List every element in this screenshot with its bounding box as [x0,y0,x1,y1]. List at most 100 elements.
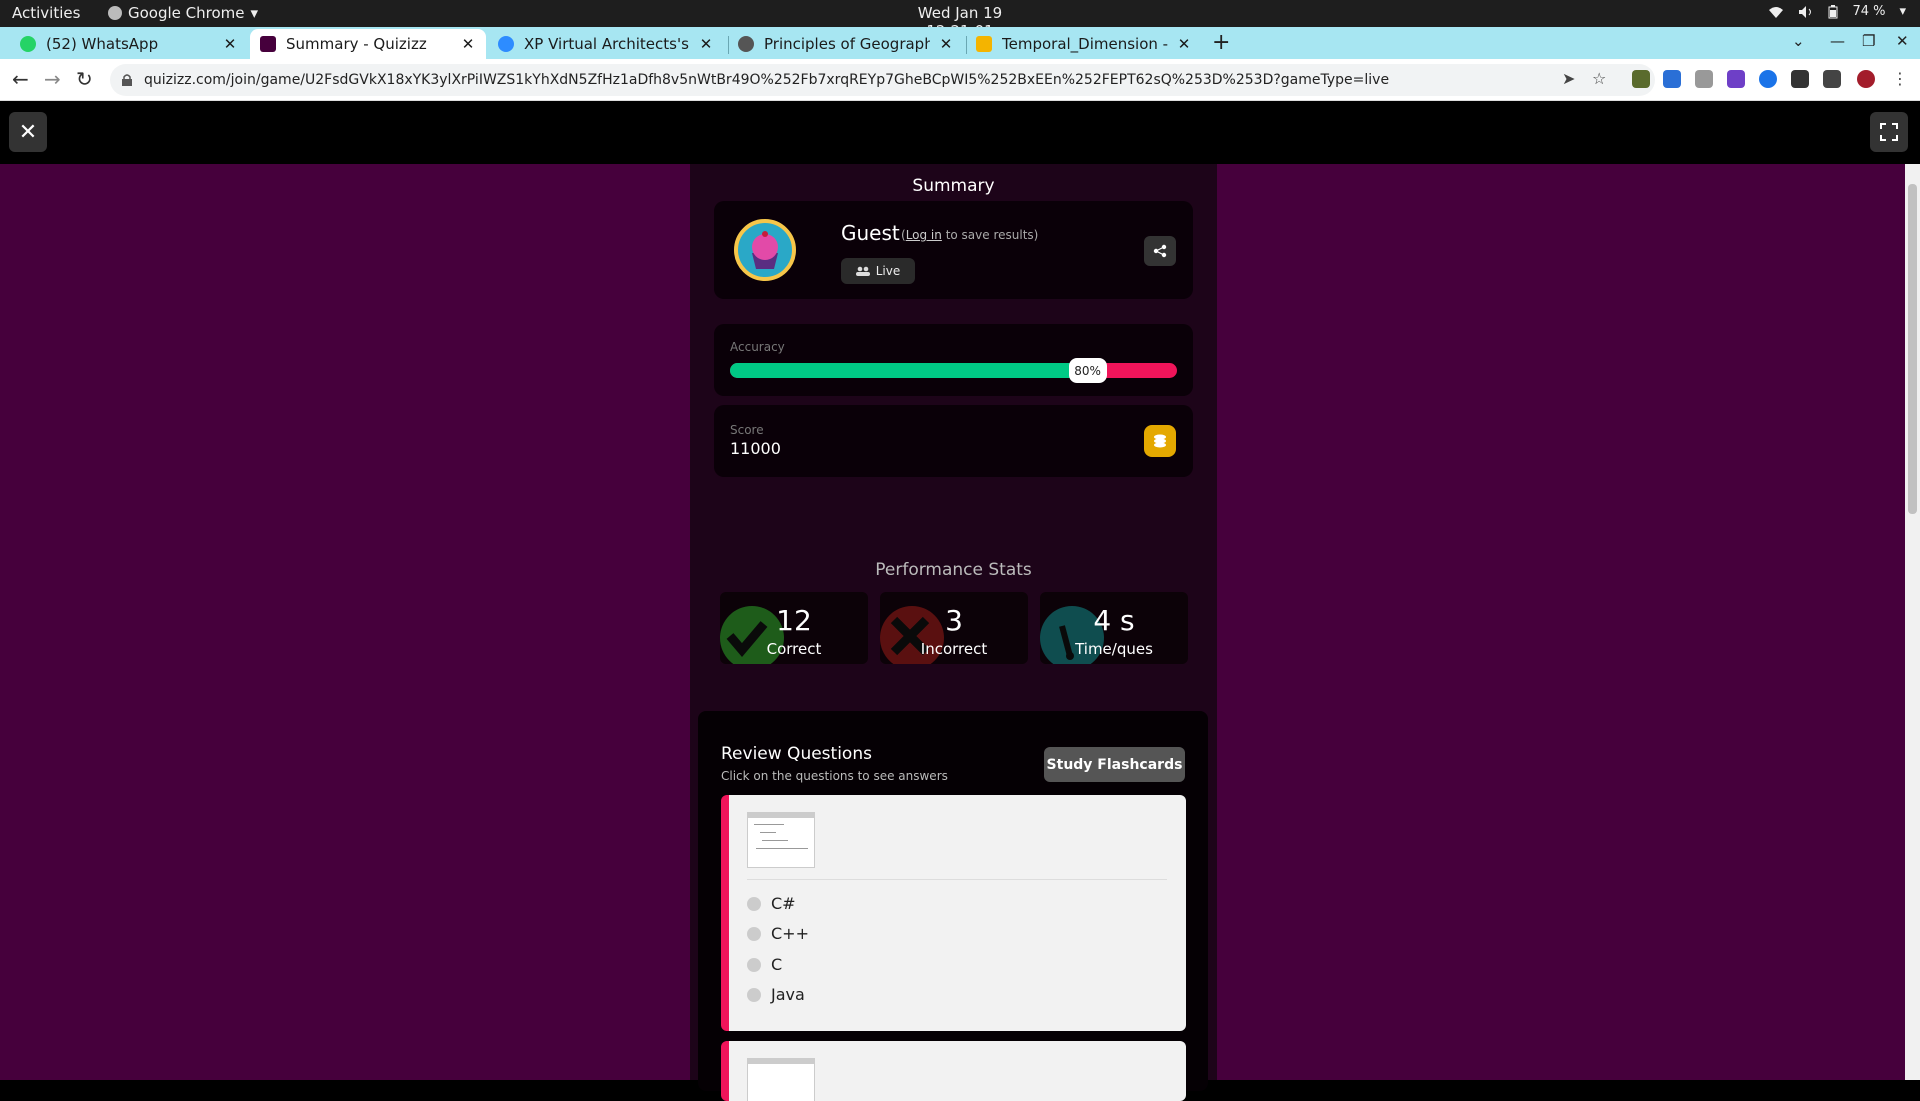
review-title: Review Questions [721,744,872,764]
users-icon [855,266,870,276]
close-icon[interactable]: ✕ [698,35,714,53]
chevron-down-icon: ▾ [250,4,259,22]
tab-title: XP Virtual Architects's Zo [524,35,690,53]
note-suffix: to save results) [941,228,1039,242]
extension-icon[interactable] [1791,70,1809,88]
accuracy-label: Accuracy [730,340,785,354]
tab-search-icon[interactable]: ⌄ [1792,32,1805,50]
profile-avatar[interactable] [1857,70,1875,88]
system-tray[interactable]: 74 % ▾ [1768,4,1906,19]
browser-toolbar: ← → ↻ quizizz.com/join/game/U2FsdGVkX18x… [0,59,1920,101]
answer-option[interactable]: C [747,955,782,974]
page-scrollbar[interactable] [1905,164,1920,1080]
close-icon[interactable]: ✕ [460,35,476,53]
system-top-bar: Activities Google Chrome ▾ Wed Jan 19 12… [0,0,1920,40]
lock-icon [122,74,132,86]
tab-whatsapp[interactable]: (52) WhatsApp ✕ [10,29,248,59]
summary-panel: Summary Guest (Log in to save results) L… [690,164,1217,1101]
restore-button[interactable]: ❐ [1862,32,1875,50]
page-title: Summary [912,176,995,196]
puzzle-icon[interactable] [1823,70,1841,88]
send-icon[interactable]: ➤ [1562,69,1575,88]
chrome-icon [108,6,122,20]
game-mode-badge: Live [841,258,915,284]
whatsapp-icon [20,36,36,52]
accuracy-bar-fill [730,363,1088,378]
extension-icon[interactable] [1632,70,1650,88]
login-link[interactable]: Log in [906,228,942,242]
close-icon[interactable]: ✕ [222,35,238,53]
fullscreen-icon [1880,123,1898,141]
url-text: quizizz.com/join/game/U2FsdGVkX18xYK3ylX… [144,72,1390,88]
answer-option[interactable]: C# [747,894,796,913]
option-label: C [771,955,783,974]
close-quiz-button[interactable]: ✕ [9,112,47,152]
score-card: Score 11000 [714,405,1193,477]
save-results-note: (Log in to save results) [901,228,1038,242]
time-per-question-value: 4 s [1093,604,1135,637]
minimize-button[interactable]: — [1830,32,1845,50]
radio-icon [747,896,761,911]
stat-time-per-question: 4 s Time/ques [1040,592,1188,664]
review-subtitle: Click on the questions to see answers [721,769,948,783]
incorrect-count: 3 [945,604,963,637]
accuracy-bar [730,363,1177,378]
slides-icon [976,36,992,52]
new-tab-button[interactable]: + [1212,30,1230,55]
tab-quizizz-summary[interactable]: Summary - Quizizz ✕ [250,29,486,59]
address-bar[interactable]: quizizz.com/join/game/U2FsdGVkX18xYK3ylX… [110,64,1655,96]
app-name: Google Chrome [128,4,245,22]
reload-button[interactable]: ↻ [76,67,93,91]
question-divider [747,879,1167,880]
study-flashcards-button[interactable]: Study Flashcards [1044,747,1185,782]
question-card[interactable]: C# C++ C Java [721,795,1186,1031]
chevron-down-icon: ▾ [1899,4,1906,19]
forward-button[interactable]: → [44,67,61,91]
tab-title: Principles of Geographic I [764,35,930,53]
accuracy-card: Accuracy 80% [714,324,1193,396]
fullscreen-button[interactable] [1870,112,1908,152]
game-mode-label: Live [875,264,901,278]
review-questions-section: Review Questions Click on the questions … [698,711,1208,1101]
tab-title: Temporal_Dimension - Go [1002,35,1168,53]
wifi-icon [1769,6,1784,18]
zoom-icon [498,36,514,52]
cupcake-icon [752,231,778,269]
volume-icon [1799,5,1812,18]
tab-zoom[interactable]: XP Virtual Architects's Zo ✕ [488,29,724,59]
app-menu[interactable]: Google Chrome ▾ [108,4,258,22]
option-label: C++ [771,924,809,943]
battery-icon [1828,4,1838,18]
screen-capture-icon[interactable] [1663,70,1681,88]
share-button[interactable] [1144,236,1176,266]
share-icon [1153,244,1167,258]
option-label: Java [771,985,805,1004]
scrollbar-thumb[interactable] [1908,184,1917,514]
quiz-header-bar: ✕ [0,101,1920,164]
answer-option[interactable]: C++ [747,924,809,943]
camera-icon[interactable] [1695,70,1713,88]
more-menu-icon[interactable]: ⋮ [1892,69,1908,88]
bookmark-star-icon[interactable]: ☆ [1592,69,1606,88]
player-card: Guest (Log in to save results) Live [714,201,1193,299]
extension-icon[interactable] [1759,70,1777,88]
kami-icon[interactable] [1727,70,1745,88]
close-icon[interactable]: ✕ [938,35,954,53]
back-button[interactable]: ← [12,67,29,91]
close-icon[interactable]: ✕ [1176,35,1192,53]
activities-button[interactable]: Activities [12,4,80,22]
radio-icon [747,957,761,972]
question-image [747,812,815,868]
incorrect-label: Incorrect [920,640,988,658]
player-name: Guest [841,221,900,245]
window-close-button[interactable]: ✕ [1896,32,1909,50]
correct-label: Correct [766,640,822,658]
tab-temporal-dimension[interactable]: Temporal_Dimension - Go ✕ [966,29,1202,59]
avatar [734,219,796,281]
score-value: 11000 [730,439,781,458]
tab-principles[interactable]: Principles of Geographic I ✕ [728,29,964,59]
answer-option[interactable]: Java [747,985,805,1004]
question-card[interactable] [721,1041,1186,1101]
coins-button[interactable] [1144,425,1176,457]
tab-title: (52) WhatsApp [46,35,159,53]
